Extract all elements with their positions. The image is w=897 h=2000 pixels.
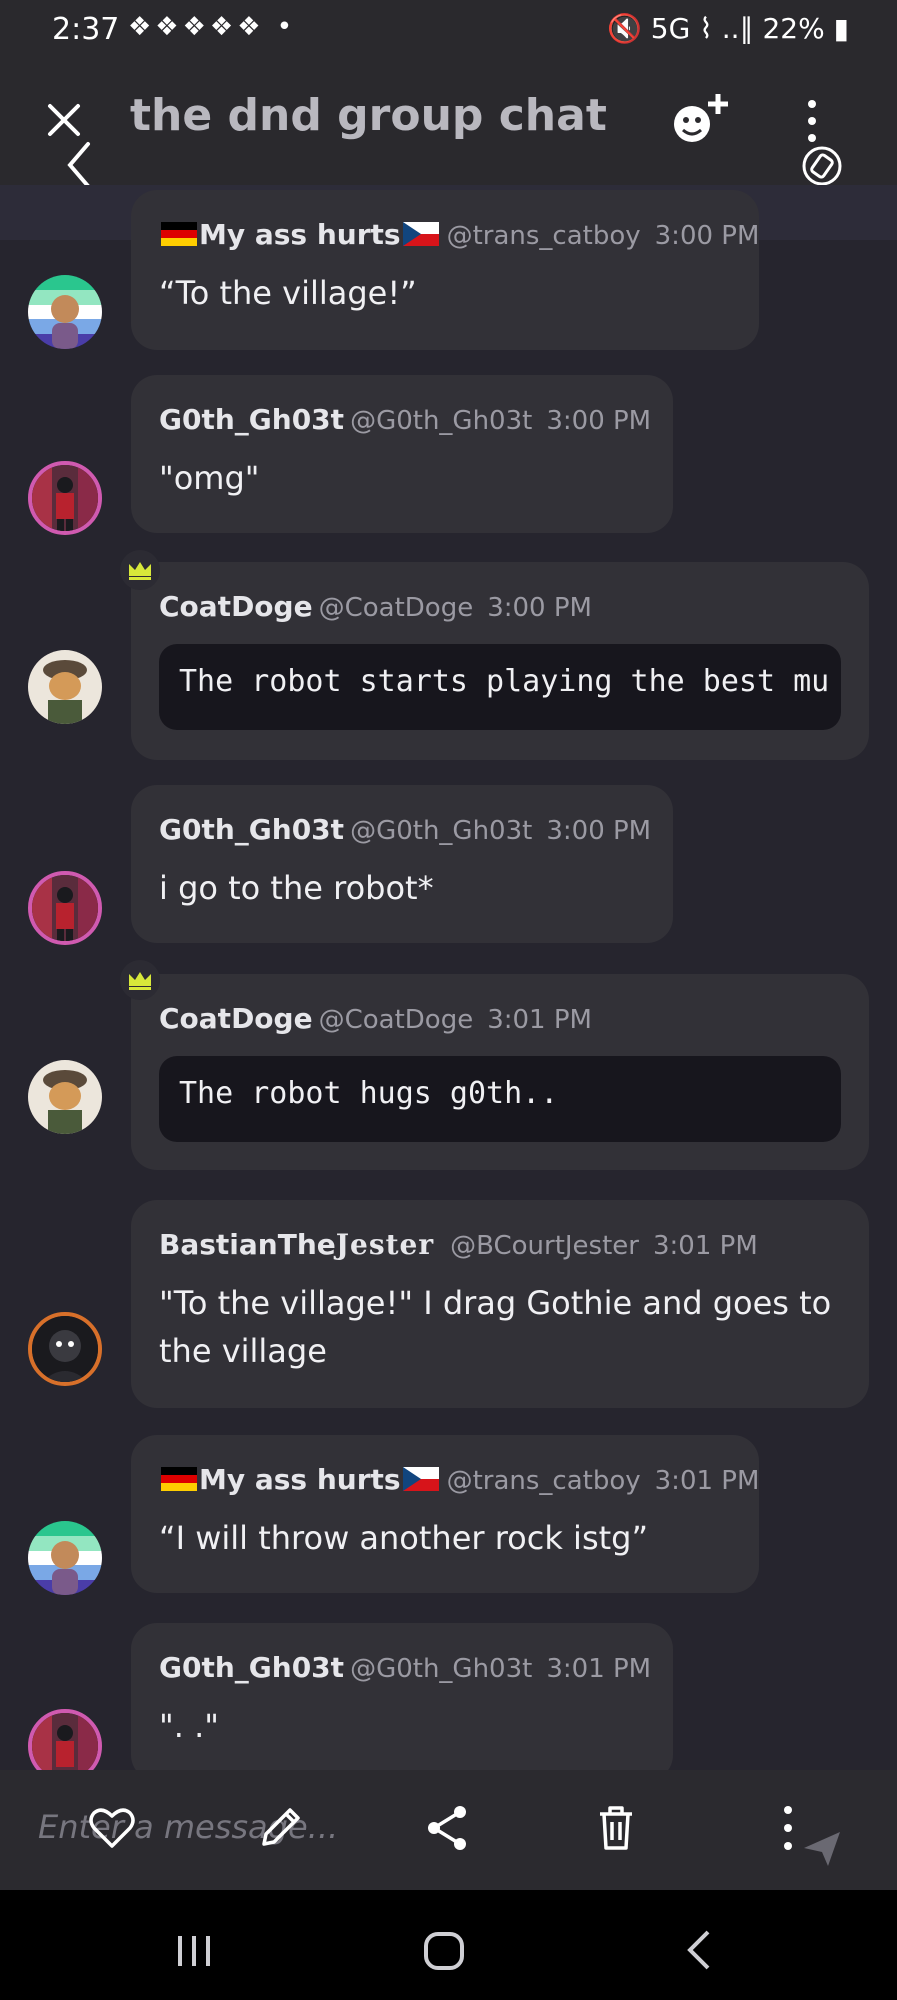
message: My ass hurts @trans_catboy 3:00 PM “To the… [0, 185, 897, 365]
author-name[interactable]: BastianThe [159, 1228, 336, 1261]
message-time: 3:01 PM [654, 1466, 760, 1496]
send-icon[interactable] [800, 1826, 844, 1870]
message-bubble[interactable]: CoatDoge @CoatDoge 3:00 PM The robot start… [131, 562, 869, 760]
author-name[interactable]: My ass hurts [199, 218, 401, 251]
message: BastianTheJester @BCourtJester 3:01 PM "To… [0, 1200, 897, 1408]
share-icon[interactable] [420, 1800, 476, 1856]
author-name[interactable]: My ass hurts [199, 1463, 401, 1496]
message-meta: My ass hurts @trans_catboy 3:00 PM [159, 218, 759, 251]
crown-icon [120, 960, 160, 1000]
message-time: 3:00 PM [654, 221, 760, 251]
author-name[interactable]: G0th_Gh03t [159, 813, 344, 846]
germany-flag-icon [161, 222, 197, 246]
message-time: 3:00 PM [546, 406, 652, 436]
czech-flag-icon [402, 1467, 439, 1491]
emoji-add-icon[interactable] [668, 90, 732, 150]
message-text-line2: the village [159, 1332, 327, 1370]
author-handle[interactable]: @G0th_Gh03t [350, 1654, 532, 1684]
author-handle[interactable]: @trans_catboy [447, 1466, 641, 1496]
message-list[interactable]: My ass hurts @trans_catboy 3:00 PM “To the… [0, 185, 897, 1770]
system-nav-bar [0, 1890, 897, 2000]
rotate-icon[interactable] [798, 142, 846, 190]
message-meta: CoatDoge @CoatDoge 3:00 PM [159, 590, 592, 623]
crown-icon [120, 550, 160, 590]
message-bubble[interactable]: G0th_Gh03t @G0th_Gh03t 3:00 PM i go to the… [131, 785, 673, 943]
code-text: The robot hugs g0th.. [179, 1076, 559, 1111]
status-time: 2:37 [52, 12, 120, 47]
more-vert-icon[interactable] [800, 96, 824, 146]
message-bubble[interactable]: G0th_Gh03t @G0th_Gh03t 3:01 PM ". ." [131, 1623, 673, 1770]
notification-icons: ❖❖❖❖❖ • [128, 12, 297, 42]
czech-flag-icon [402, 222, 439, 246]
germany-flag-icon [161, 1467, 197, 1491]
message: G0th_Gh03t @G0th_Gh03t 3:01 PM ". ." [0, 1623, 897, 1770]
message-meta: CoatDoge @CoatDoge 3:01 PM [159, 1002, 592, 1035]
author-handle[interactable]: @trans_catboy [447, 221, 641, 251]
message-text: “To the village!” [159, 274, 417, 312]
message-text-line1: "To the village!" I drag Gothie and goes… [159, 1284, 832, 1322]
message-meta: G0th_Gh03t @G0th_Gh03t 3:00 PM [159, 813, 651, 846]
message-meta: G0th_Gh03t @G0th_Gh03t 3:00 PM [159, 403, 651, 436]
author-name[interactable]: CoatDoge [159, 590, 313, 623]
avatar[interactable] [28, 871, 102, 945]
chevron-left-icon[interactable] [64, 140, 94, 190]
message-text: "omg" [159, 459, 260, 497]
recent-apps-icon[interactable] [164, 1920, 224, 1980]
message-time: 3:00 PM [487, 593, 592, 623]
author-name[interactable]: G0th_Gh03t [159, 403, 344, 436]
chat-header: the dnd group chat [0, 60, 897, 188]
avatar[interactable] [28, 1060, 102, 1134]
code-block: The robot starts playing the best mu [159, 644, 841, 730]
home-icon[interactable] [414, 1920, 474, 1980]
avatar[interactable] [28, 1521, 102, 1595]
author-handle[interactable]: @G0th_Gh03t [350, 406, 532, 436]
author-handle[interactable]: @BCourtJester [450, 1231, 639, 1261]
message: CoatDoge @CoatDoge 3:00 PM The robot start… [0, 550, 897, 770]
avatar[interactable] [28, 275, 102, 349]
message-text: “I will throw another rock istg” [159, 1519, 649, 1557]
edit-icon[interactable] [252, 1800, 308, 1856]
trash-icon[interactable] [588, 1800, 644, 1856]
message: CoatDoge @CoatDoge 3:01 PM The robot hugs … [0, 960, 897, 1180]
author-handle[interactable]: @G0th_Gh03t [350, 816, 532, 846]
message-bubble[interactable]: BastianTheJester @BCourtJester 3:01 PM "To… [131, 1200, 869, 1408]
message-bubble[interactable]: G0th_Gh03t @G0th_Gh03t 3:00 PM "omg" [131, 375, 673, 533]
message: G0th_Gh03t @G0th_Gh03t 3:00 PM "omg" [0, 375, 897, 555]
message-time: 3:01 PM [546, 1654, 652, 1684]
back-icon[interactable] [670, 1920, 730, 1980]
heart-icon[interactable] [84, 1800, 140, 1856]
avatar[interactable] [28, 650, 102, 724]
message-text: i go to the robot* [159, 869, 434, 907]
avatar[interactable] [28, 1312, 102, 1386]
code-text: The robot starts playing the best mu [179, 664, 830, 699]
author-handle[interactable]: @CoatDoge [319, 1005, 474, 1035]
message-meta: G0th_Gh03t @G0th_Gh03t 3:01 PM [159, 1651, 651, 1684]
message: My ass hurts @trans_catboy 3:01 PM “I will… [0, 1435, 897, 1615]
author-name[interactable]: CoatDoge [159, 1002, 313, 1035]
message-bubble[interactable]: My ass hurts @trans_catboy 3:00 PM “To the… [131, 190, 759, 350]
message-meta: My ass hurts @trans_catboy 3:01 PM [159, 1463, 759, 1496]
system-status-icons: 🔇 5G ⌇ ..∥ 22% ▮ [607, 12, 849, 45]
code-block: The robot hugs g0th.. [159, 1056, 841, 1142]
avatar[interactable] [28, 461, 102, 535]
message-bubble[interactable]: My ass hurts @trans_catboy 3:01 PM “I will… [131, 1435, 759, 1593]
author-name[interactable]: G0th_Gh03t [159, 1651, 344, 1684]
message-time: 3:01 PM [652, 1231, 758, 1261]
message: G0th_Gh03t @G0th_Gh03t 3:00 PM i go to the… [0, 785, 897, 965]
message-meta: BastianTheJester @BCourtJester 3:01 PM [159, 1228, 758, 1261]
message-input-bar: Enter a message... [0, 1770, 897, 1890]
page-title: the dnd group chat [130, 90, 607, 141]
status-bar: 2:37 ❖❖❖❖❖ • 🔇 5G ⌇ ..∥ 22% ▮ [0, 0, 897, 60]
message-bubble[interactable]: CoatDoge @CoatDoge 3:01 PM The robot hugs … [131, 974, 869, 1170]
message-time: 3:01 PM [487, 1005, 592, 1035]
message-text: ". ." [159, 1707, 219, 1745]
author-handle[interactable]: @CoatDoge [319, 593, 474, 623]
author-name-glitch[interactable]: Jester [336, 1228, 434, 1261]
message-time: 3:00 PM [546, 816, 652, 846]
close-icon[interactable] [44, 100, 84, 140]
avatar[interactable] [28, 1709, 102, 1770]
